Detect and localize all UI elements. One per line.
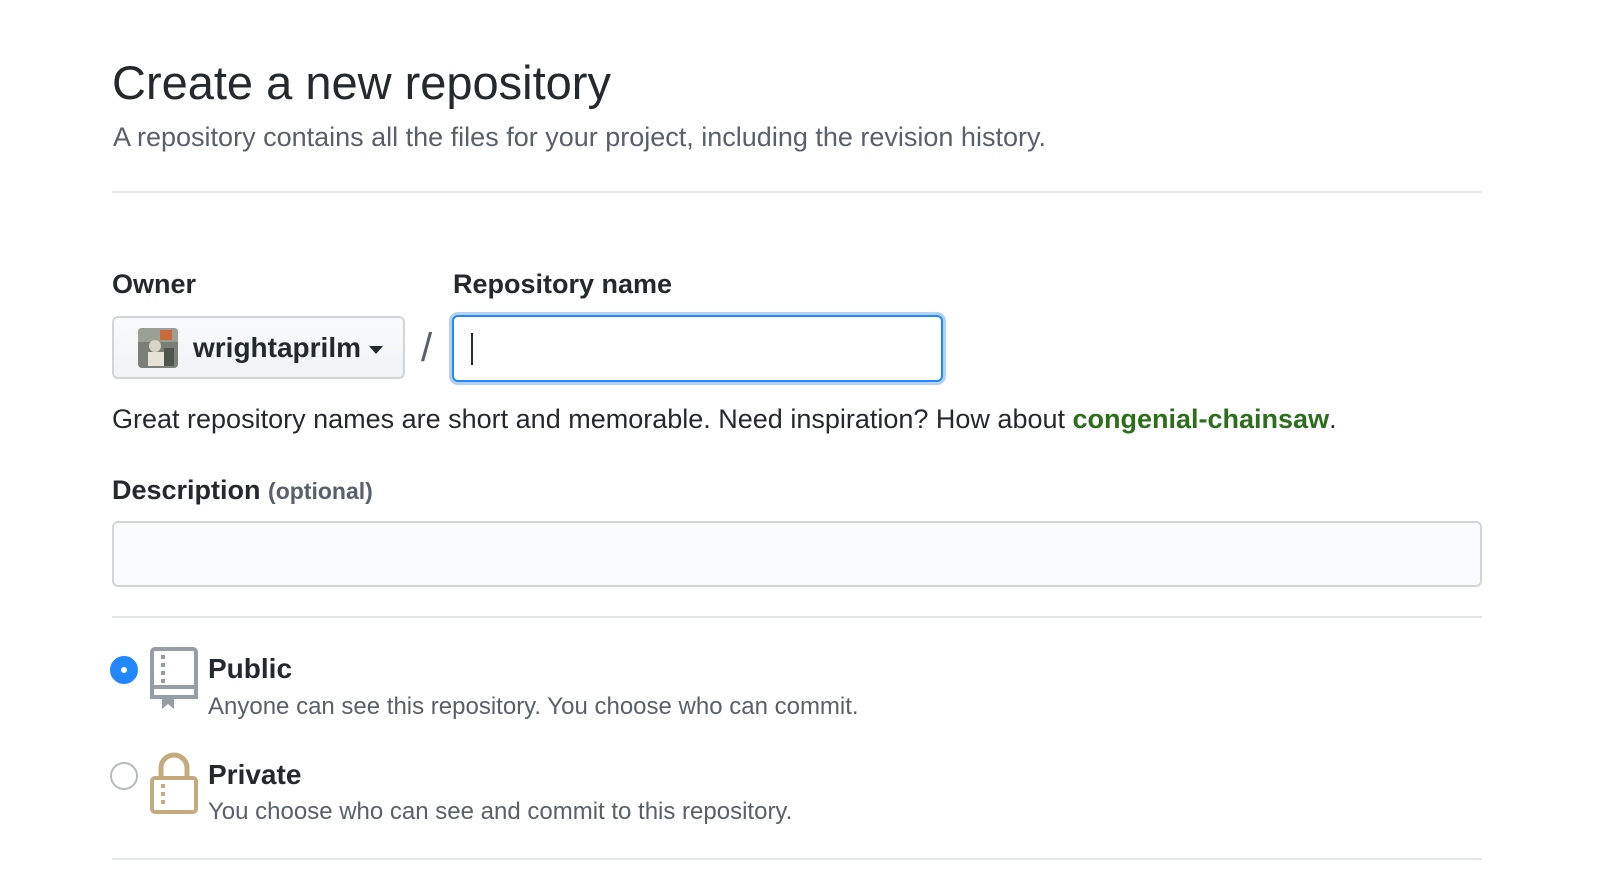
description-label: Description (optional) <box>112 474 373 507</box>
avatar <box>138 327 178 368</box>
hint-text: Great repository names are short and mem… <box>112 404 1073 434</box>
page-subtitle: A repository contains all the files for … <box>113 122 1046 152</box>
header-divider <box>112 191 1482 193</box>
public-title: Public <box>208 653 293 684</box>
chevron-down-icon <box>369 345 384 354</box>
name-suggestion-link[interactable]: congenial-chainsaw <box>1073 404 1330 434</box>
description-label-text: Description <box>112 475 261 505</box>
optional-note: (optional) <box>268 478 373 504</box>
owner-label: Owner <box>112 269 197 299</box>
owner-dropdown[interactable]: wrightaprilm <box>112 316 405 379</box>
page-title: Create a new repository <box>112 56 611 109</box>
public-radio[interactable] <box>110 656 138 684</box>
owner-repo-separator: / <box>421 326 433 370</box>
description-divider <box>112 616 1482 618</box>
repo-name-label: Repository name <box>453 269 673 299</box>
repo-name-input[interactable] <box>452 315 943 382</box>
repo-book-icon <box>150 647 198 716</box>
lock-icon <box>150 752 198 819</box>
owner-name: wrightaprilm <box>193 331 362 363</box>
private-title: Private <box>208 759 302 790</box>
hint-suffix: . <box>1329 404 1337 434</box>
public-description: Anyone can see this repository. You choo… <box>208 693 859 720</box>
visibility-divider <box>112 858 1482 860</box>
repo-name-hint: Great repository names are short and mem… <box>112 402 1337 436</box>
description-input[interactable] <box>112 521 1482 587</box>
private-description: You choose who can see and commit to thi… <box>208 798 793 825</box>
private-radio[interactable] <box>110 762 138 790</box>
text-cursor <box>471 333 473 365</box>
